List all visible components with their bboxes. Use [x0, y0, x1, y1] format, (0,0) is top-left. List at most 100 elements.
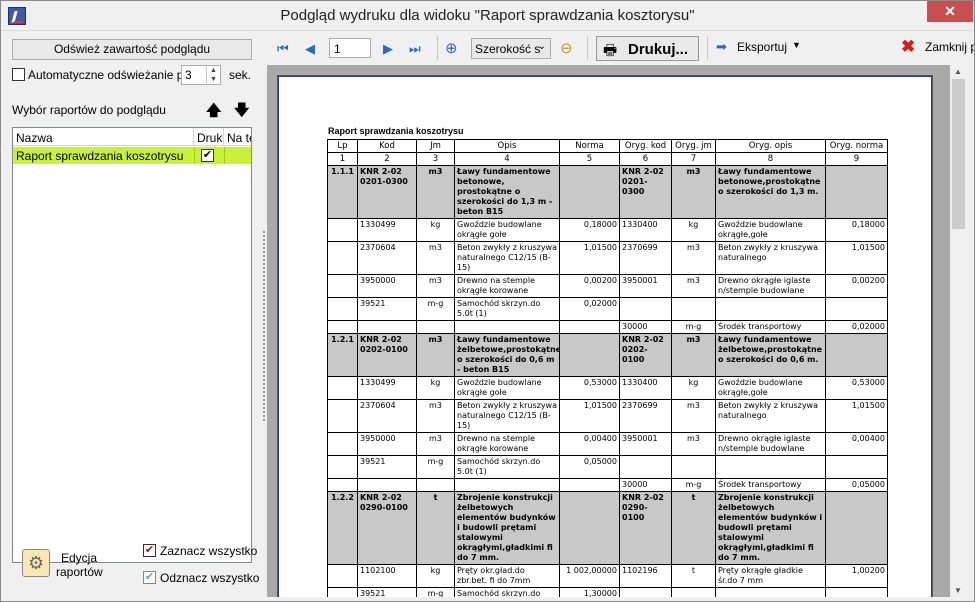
report-cell: m3 — [671, 241, 716, 275]
report-cell — [715, 297, 826, 321]
zoom-in-icon[interactable]: ⊕ — [445, 39, 458, 57]
last-page-icon[interactable]: ⏭ — [409, 41, 421, 57]
first-page-icon[interactable]: ⏮ — [277, 41, 289, 57]
report-cell: Opis — [454, 139, 560, 153]
edit-reports-label-1[interactable]: Edycja — [61, 551, 97, 565]
column-header-print[interactable]: Druku — [194, 128, 224, 146]
report-cell: 1.2.1 — [327, 333, 358, 377]
zoom-out-icon[interactable]: ⊖ — [560, 39, 573, 57]
report-cell: Zbrojenie konstrukcji żelbetowych elemen… — [715, 491, 826, 565]
report-cell: Drewno okrągłe iglaste n/stemple budowla… — [715, 274, 826, 298]
report-cell: Ławy fundamentowe betonowe, prostokątne … — [454, 165, 560, 219]
report-cell — [619, 455, 672, 479]
report-row: 3950000 m3 Drewno na stemple okrągłe korow… — [327, 274, 888, 298]
report-cell: m-g — [671, 320, 716, 334]
report-cell: m3 — [671, 432, 716, 456]
auto-refresh-checkbox[interactable] — [12, 68, 25, 81]
report-cell: 2370699 — [619, 399, 672, 433]
window-title: Podgląd wydruku dla widoku "Raport spraw… — [280, 7, 695, 24]
report-cell: KNR 2-02 0201-0300 — [619, 165, 672, 219]
spinner-arrows-icon[interactable]: ▲ ▼ — [206, 66, 220, 84]
report-cell: 8 — [715, 152, 826, 166]
report-cell: m3 — [671, 165, 716, 219]
report-cell — [416, 320, 455, 334]
report-cell — [825, 333, 888, 377]
report-cell — [825, 297, 888, 321]
edit-reports-icon[interactable]: ⚙ — [22, 549, 50, 577]
zoom-value: Szerokość s — [475, 42, 541, 56]
report-cell: Zbrojenie konstrukcji żelbetowych elemen… — [454, 491, 560, 565]
report-cell: 2 — [357, 152, 417, 166]
export-icon[interactable]: ➡ — [716, 39, 727, 55]
report-cell: Oryg. opis — [715, 139, 826, 153]
scrollbar-thumb[interactable] — [952, 79, 965, 229]
report-cell: Gwoździe budowlane okrągłe gołe — [454, 376, 560, 400]
report-cell: KNR 2-02 0201-0300 — [357, 165, 417, 219]
report-cell: 1330499 — [357, 376, 417, 400]
report-cell: m-g — [416, 587, 455, 597]
report-cell: 3 — [416, 152, 455, 166]
select-all-checkbox[interactable]: ✔ — [143, 544, 156, 557]
edit-reports-label-2[interactable]: raportów — [56, 565, 103, 579]
print-preview-area: Raport sprawdzania koszotrysu Lp Kod Jm Opi… — [267, 65, 950, 597]
report-cell: t — [671, 564, 716, 588]
report-cell: kg — [416, 376, 455, 400]
column-header-extra[interactable]: Na te — [224, 128, 251, 146]
reports-selection-label: Wybór raportów do podglądu — [12, 103, 166, 117]
report-cell: m3 — [416, 399, 455, 433]
page-number-input[interactable]: 1 — [329, 38, 371, 58]
next-page-icon[interactable]: ▶ — [383, 41, 393, 57]
report-cell: Samochód skrzyn.do 5.0t (1) — [454, 587, 560, 597]
report-cell — [619, 587, 672, 597]
report-cell: 1330400 — [619, 218, 672, 242]
report-cell: t — [671, 491, 716, 565]
left-panel: Odśwież zawartość podglądu Automatyczne … — [1, 31, 261, 601]
previous-page-icon[interactable]: ◀ — [305, 41, 315, 57]
report-cell: Ławy fundamentowe betonowe,prostokątne o… — [715, 165, 826, 219]
report-cell: KNR 2-02 0290-0100 — [357, 491, 417, 565]
report-cell: 0,00200 — [559, 274, 620, 298]
report-cell: Pręty okr.gład.do zbr.bet. fi do 7mm — [454, 564, 560, 588]
report-cell — [454, 320, 560, 334]
deselect-all-checkbox[interactable]: ✔ — [143, 571, 156, 584]
column-header-name[interactable]: Nazwa — [13, 128, 194, 146]
vertical-scrollbar[interactable]: ▲ ▼ — [950, 65, 967, 597]
report-cell: 0,18000 — [825, 218, 888, 242]
report-cell — [327, 432, 358, 456]
move-up-icon[interactable]: 🡅 — [206, 100, 221, 125]
report-cell: Jm — [416, 139, 455, 153]
report-cell: 30000 — [619, 478, 672, 492]
select-all-label[interactable]: Zaznacz wszystko — [160, 544, 257, 558]
report-row[interactable]: Raport sprawdzania koszotrysu ✔ — [13, 147, 251, 164]
printer-icon: 🖶 — [603, 42, 618, 59]
report-cell: 39521 — [357, 587, 417, 597]
report-cell — [327, 320, 358, 334]
report-cell: 2370604 — [357, 399, 417, 433]
report-cell: 1330499 — [357, 218, 417, 242]
refresh-preview-button[interactable]: Odśwież zawartość podglądu — [12, 39, 252, 60]
print-button[interactable]: 🖶 Drukuj... — [596, 36, 699, 61]
deselect-all-label[interactable]: Odznacz wszystko — [160, 571, 259, 585]
report-cell: Norma — [559, 139, 620, 153]
report-cell — [825, 165, 888, 219]
report-cell: 1,01500 — [825, 399, 888, 433]
export-dropdown-icon[interactable]: ▼ — [792, 40, 801, 50]
report-cell — [327, 274, 358, 298]
close-preview-button[interactable]: Zamknij p — [925, 40, 974, 54]
report-cell: 0,53000 — [825, 376, 888, 400]
report-cell: 39521 — [357, 297, 417, 321]
auto-refresh-spinner[interactable]: 3 ▲ ▼ — [181, 65, 221, 85]
export-button[interactable]: Eksportuj — [737, 40, 787, 54]
report-cell: Samochód skrzyn.do 5.0t (1) — [454, 297, 560, 321]
report-cell: m-g — [416, 297, 455, 321]
move-down-icon[interactable]: 🡇 — [234, 100, 249, 125]
report-print-checkbox[interactable]: ✔ — [201, 149, 214, 162]
report-cell: 1.2.2 — [327, 491, 358, 565]
zoom-select[interactable]: Szerokość s ⌄ — [471, 38, 551, 59]
close-window-button[interactable]: ✕ — [927, 1, 973, 22]
report-cell: Samochód skrzyn.do 5.0t (1) — [454, 455, 560, 479]
report-cell — [327, 478, 358, 492]
close-preview-icon[interactable]: ✖ — [901, 37, 915, 57]
report-cell: 3950000 — [357, 274, 417, 298]
report-group-row: 1.2.2 KNR 2-02 0290-0100 t Zbrojenie konstr… — [327, 491, 888, 565]
